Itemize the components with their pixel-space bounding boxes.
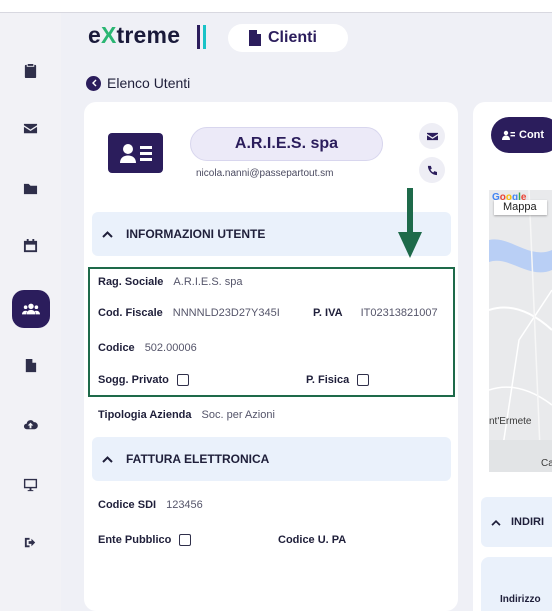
field-codice: Codice 502.00006 xyxy=(98,342,197,354)
monitor-icon[interactable] xyxy=(0,467,61,501)
field-cod-fiscale: Cod. Fiscale NNNNLD23D27Y345I xyxy=(98,307,280,319)
users-nav-highlight xyxy=(11,290,50,328)
section-title: FATTURA ELETTRONICA xyxy=(126,452,270,466)
mail-icon xyxy=(426,132,438,140)
logo-bars xyxy=(197,25,209,49)
ente-pubblico-checkbox[interactable] xyxy=(179,534,192,546)
back-link[interactable]: Elenco Utenti xyxy=(86,75,190,91)
section-fattura-elettronica[interactable]: FATTURA ELETTRONICA xyxy=(92,437,451,481)
chevron-up-icon xyxy=(102,456,113,463)
document-icon xyxy=(249,30,261,46)
back-link-label: Elenco Utenti xyxy=(107,75,191,91)
client-email: nicola.nanni@passepartout.sm xyxy=(196,168,334,179)
field-codice-upa: Codice U. PA xyxy=(278,534,347,546)
field-sogg-privato: Sogg. Privato xyxy=(98,374,189,386)
field-p-fisica: P. Fisica xyxy=(306,374,370,386)
email-button[interactable] xyxy=(419,123,445,149)
document-icon[interactable] xyxy=(0,348,61,382)
logout-icon[interactable] xyxy=(0,525,61,559)
field-codice-sdi: Codice SDI 123456 xyxy=(98,499,203,511)
map[interactable]: Google Mappa nt'Ermete Ca xyxy=(489,190,552,472)
app-logo: eXtreme xyxy=(88,22,181,48)
field-rag-sociale: Rag. Sociale A.R.I.E.S. spa xyxy=(98,276,243,288)
arrow-down-icon xyxy=(398,188,422,258)
section-indirizzi[interactable]: INDIRI xyxy=(481,497,552,547)
field-piva: P. IVA IT02313821007 xyxy=(313,307,438,319)
phone-icon xyxy=(427,165,437,175)
chevron-up-icon xyxy=(102,231,113,238)
contacts-button[interactable]: Cont xyxy=(491,117,552,153)
folder-icon[interactable] xyxy=(0,171,61,205)
phone-button[interactable] xyxy=(419,157,445,183)
field-ente-pubblico: Ente Pubblico xyxy=(98,534,192,546)
calendar-icon[interactable] xyxy=(0,228,61,262)
map-label: nt'Ermete xyxy=(489,416,532,427)
cloud-upload-icon[interactable] xyxy=(0,407,61,441)
page-title: Clienti xyxy=(228,24,348,52)
chevron-up-icon xyxy=(491,519,501,526)
client-name: A.R.I.E.S. spa xyxy=(190,127,383,161)
field-tipologia-azienda: Tipologia Azienda Soc. per Azioni xyxy=(98,409,275,421)
chevron-left-icon xyxy=(86,75,101,91)
map-label: Ca xyxy=(541,458,552,469)
contacts-icon xyxy=(502,130,515,140)
address-label: Indirizzo xyxy=(500,594,541,605)
clipboard-icon[interactable] xyxy=(0,53,61,87)
p-fisica-checkbox[interactable] xyxy=(357,374,370,386)
map-tiles xyxy=(489,190,552,472)
section-title: INFORMAZIONI UTENTE xyxy=(126,227,266,241)
sogg-privato-checkbox[interactable] xyxy=(176,374,189,386)
map-type-button[interactable]: Mappa xyxy=(494,200,547,215)
mail-icon[interactable] xyxy=(0,111,61,145)
users-icon[interactable] xyxy=(0,290,61,328)
id-card-icon xyxy=(108,133,163,173)
